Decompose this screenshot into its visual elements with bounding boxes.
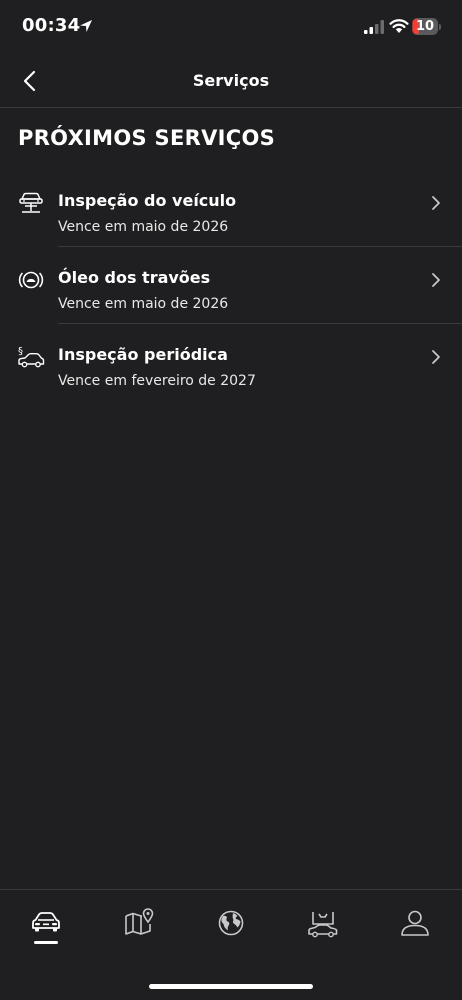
service-row-vehicle-inspection[interactable]: Inspeção do veículo Vence em maio de 202… [0,191,462,268]
chevron-right-icon [432,350,440,364]
battery-level: 10 [415,19,435,34]
location-arrow-icon [80,20,92,32]
chevron-right-icon [432,273,440,287]
service-title: Inspeção periódica [58,345,228,364]
nav-header: Serviços [0,56,462,108]
car-lift-icon [19,192,43,213]
chevron-right-icon [432,196,440,210]
service-car-icon[interactable] [307,908,339,938]
service-due-date: Vence em maio de 2026 [58,296,229,312]
status-bar: 00:34 10 [0,0,462,56]
active-tab-indicator [34,941,58,944]
map-icon[interactable] [123,908,155,938]
row-divider [58,323,462,324]
wifi-icon [389,19,409,33]
service-title: Óleo dos travões [58,268,211,287]
service-due-date: Vence em fevereiro de 2027 [58,373,256,389]
cellular-signal-icon [364,20,384,34]
row-divider [58,246,462,247]
battery-indicator: 10 [412,18,442,36]
profile-icon[interactable] [399,908,431,938]
periodic-inspection-icon: § [18,346,45,368]
svg-text:§: § [18,346,23,357]
car-icon[interactable] [30,908,62,938]
home-indicator[interactable] [149,984,313,989]
globe-icon[interactable] [215,908,247,938]
service-due-date: Vence em maio de 2026 [58,219,229,235]
status-time: 00:34 [22,15,81,36]
page-title: Serviços [192,71,270,90]
service-title: Inspeção do veículo [58,191,237,210]
service-row-periodic-inspection[interactable]: § Inspeção periódica Vence em fevereiro … [0,345,462,422]
section-title: PRÓXIMOS SERVIÇOS [18,126,276,150]
service-row-brake-fluid[interactable]: Óleo dos travões Vence em maio de 2026 [0,268,462,345]
brake-fluid-icon [18,271,44,289]
